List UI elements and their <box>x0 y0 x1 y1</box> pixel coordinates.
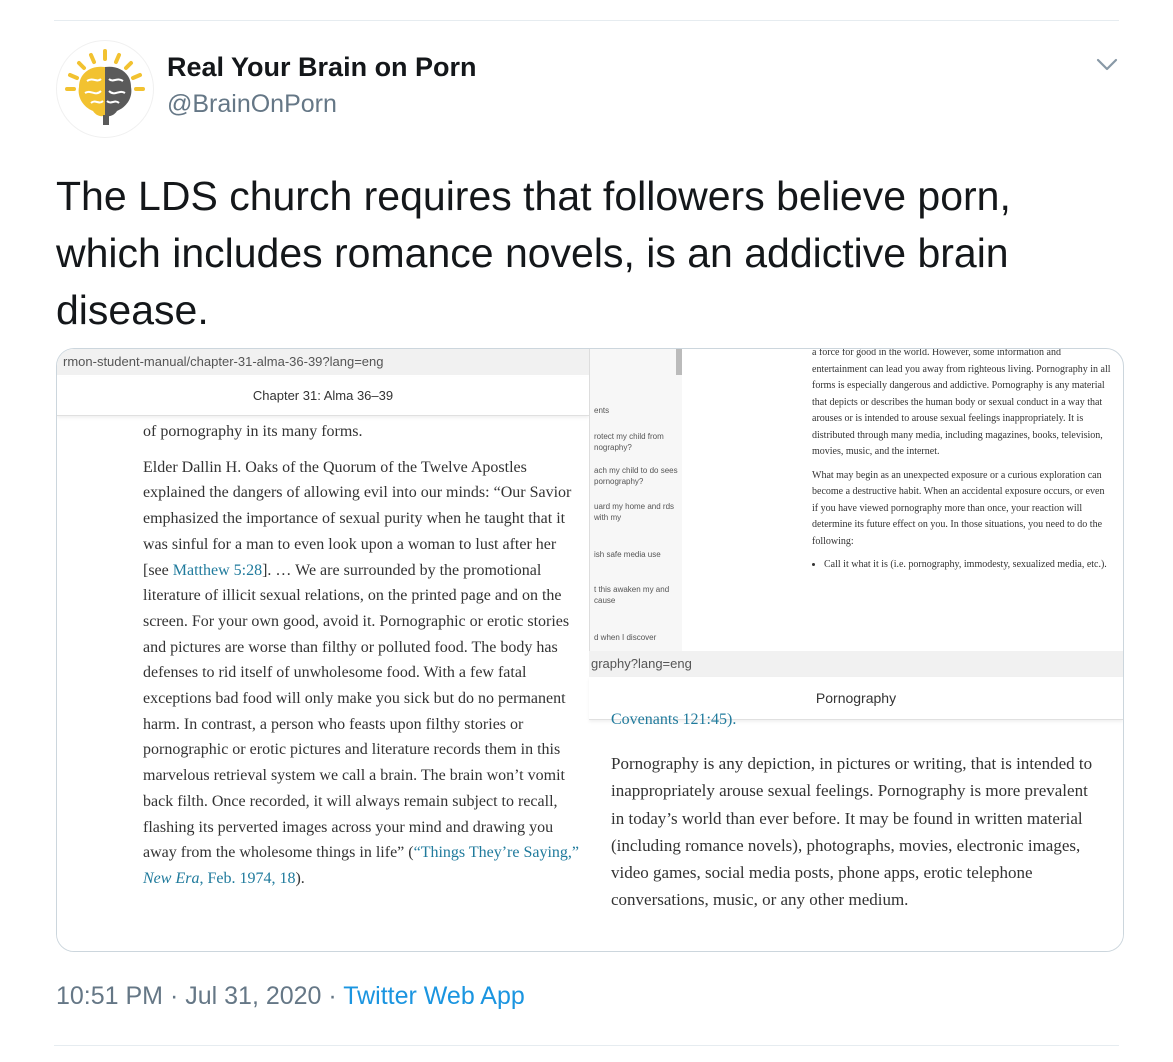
avatar[interactable] <box>56 40 154 138</box>
guide-text: a force for good in the world. However, … <box>812 348 1112 574</box>
quote-text-b: ]. … We are surrounded by the promotiona… <box>143 561 570 862</box>
citation-title: “Things They’re Saying,” <box>413 844 580 862</box>
guide-bullet: Call it what it is (i.e. pornography, im… <box>824 557 1112 574</box>
citation-date: , Feb. 1974, 18 <box>199 869 296 887</box>
tweet-time[interactable]: 10:51 PM <box>56 982 163 1010</box>
author-name[interactable]: Real Your Brain on Porn <box>167 52 477 83</box>
sidebar-scrollbar[interactable] <box>676 349 682 375</box>
sidebar-item[interactable]: t this awaken my and cause <box>594 584 680 606</box>
pornography-topic-panel: graphy?lang=eng Pornography Covenants 12… <box>589 651 1123 951</box>
browser-url-bar: graphy?lang=eng <box>589 651 1123 677</box>
browser-url-bar: rmon-student-manual/chapter-31-alma-36-3… <box>57 349 593 375</box>
topic-definition: Pornography is any depiction, in picture… <box>611 754 1093 910</box>
sidebar-item[interactable]: ach my child to do sees pornography? <box>594 465 680 487</box>
tweet-image[interactable]: rmon-student-manual/chapter-31-alma-36-3… <box>56 348 1124 952</box>
intro-line: of pornography in its many forms. <box>143 423 363 440</box>
scripture-link[interactable]: Matthew 5:28 <box>173 562 262 579</box>
sidebar-item[interactable]: rotect my child from nography? <box>594 431 680 453</box>
quote-end: ). <box>295 869 305 887</box>
sidebar-item[interactable]: ish safe media use <box>594 549 680 560</box>
separator: · <box>321 982 344 1010</box>
tweet-date[interactable]: Jul 31, 2020 <box>185 982 321 1010</box>
tweet-menu-button[interactable] <box>1092 52 1122 76</box>
citation-journal: New Era <box>143 869 200 887</box>
sidebar-item[interactable]: d when I discover <box>594 632 680 643</box>
guide-para-2: What may begin as an unexpected exposure… <box>812 469 1105 547</box>
chapter-title: Chapter 31: Alma 36–39 <box>57 377 589 416</box>
author-handle[interactable]: @BrainOnPorn <box>167 90 337 119</box>
guide-panel: a force for good in the world. However, … <box>812 349 1123 651</box>
tweet-meta: 10:51 PM · Jul 31, 2020 · Twitter Web Ap… <box>56 982 525 1011</box>
topics-sidebar: ents rotect my child from nography? ach … <box>589 349 682 651</box>
sidebar-item[interactable]: ents <box>594 405 680 416</box>
separator: · <box>163 982 186 1010</box>
brain-logo-icon <box>65 49 145 125</box>
guide-list: Call it what it is (i.e. pornography, im… <box>812 557 1112 574</box>
manual-chapter-panel: rmon-student-manual/chapter-31-alma-36-3… <box>57 349 593 951</box>
tweet-source-link[interactable]: Twitter Web App <box>343 982 525 1010</box>
chapter-text: of pornography in its many forms. Elder … <box>143 419 583 902</box>
sidebar-item[interactable]: uard my home and rds with my <box>594 501 680 523</box>
oaks-quote: Elder Dallin H. Oaks of the Quorum of th… <box>143 455 583 892</box>
guide-para-1: a force for good in the world. However, … <box>812 348 1111 457</box>
cut-off-text: Covenants 121:45). <box>611 711 737 728</box>
chevron-down-icon <box>1096 58 1118 71</box>
bottom-divider <box>54 1045 1119 1046</box>
top-divider <box>54 20 1119 21</box>
tweet-text: The LDS church requires that followers b… <box>56 173 1011 333</box>
